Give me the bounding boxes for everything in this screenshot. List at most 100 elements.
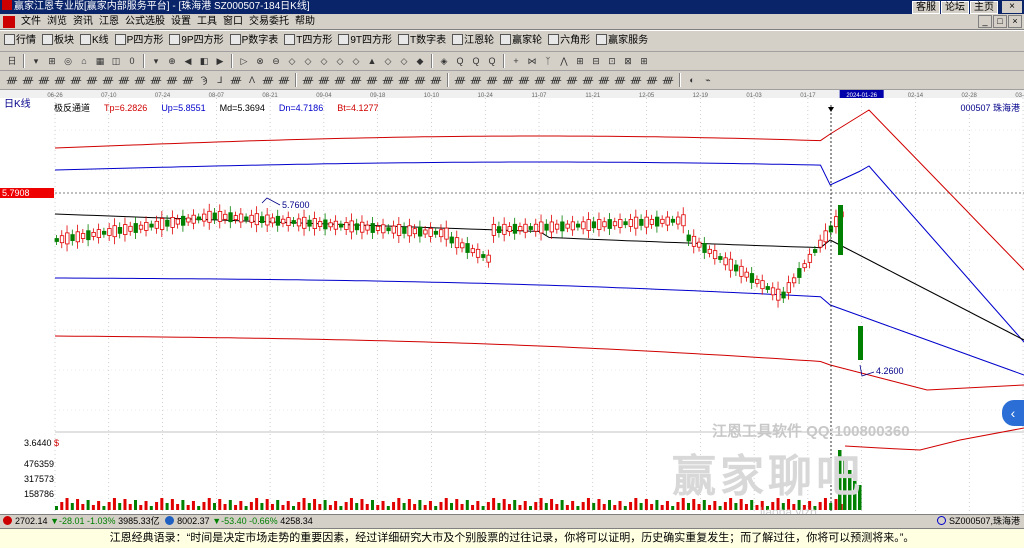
window-close-button[interactable]: × (1002, 1, 1022, 13)
toolbar3-tool-icon[interactable]: ᚎ (365, 73, 379, 87)
toolbar2-tool-icon[interactable]: ⊗ (253, 54, 267, 68)
toolbar-btn-12[interactable]: 赢家服务 (596, 31, 648, 51)
menu-gann[interactable]: 江恩 (96, 14, 122, 30)
toolbar3-tool-icon[interactable]: ᚎ (381, 73, 395, 87)
toolbar-btn-1[interactable]: 板块 (42, 31, 74, 51)
toolbar2-tool-icon[interactable]: ⊞ (573, 54, 587, 68)
customer-service-link[interactable]: 客服 (912, 1, 940, 14)
toolbar2-tool-icon[interactable]: ◇ (349, 54, 363, 68)
toolbar2-tool-icon[interactable]: ◇ (397, 54, 411, 68)
toolbar2-tool-icon[interactable]: Q (453, 54, 467, 68)
toolbar2-tool-icon[interactable]: ◧ (197, 54, 211, 68)
toolbar3-tool-icon[interactable]: ⅃ (213, 73, 227, 87)
toolbar3-tool-icon[interactable]: ᚎ (533, 73, 547, 87)
toolbar2-tool-icon[interactable]: ◇ (333, 54, 347, 68)
toolbar3-tool-icon[interactable]: ᚎ (261, 73, 275, 87)
toolbar3-tool-icon[interactable]: ᚎ (629, 73, 643, 87)
toolbar3-tool-icon[interactable]: ᚎ (597, 73, 611, 87)
toolbar3-tool-icon[interactable]: ᚎ (349, 73, 363, 87)
toolbar3-tool-icon[interactable]: ⌁ (701, 73, 715, 87)
toolbar2-tool-icon[interactable]: ▾ (149, 54, 163, 68)
toolbar2-tool-icon[interactable]: ⊕ (165, 54, 179, 68)
close-child-button[interactable]: × (1008, 15, 1022, 28)
homepage-link[interactable]: 主页 (970, 1, 998, 14)
toolbar2-tool-icon[interactable]: ⋀ (557, 54, 571, 68)
toolbar2-tool-icon[interactable]: ◇ (317, 54, 331, 68)
toolbar2-tool-icon[interactable]: ⊟ (589, 54, 603, 68)
toolbar-btn-0[interactable]: 行情 (4, 31, 36, 51)
toolbar-btn-10[interactable]: 赢家轮 (500, 31, 542, 51)
menu-trade[interactable]: 交易委托 (246, 14, 292, 30)
toolbar2-tool-icon[interactable]: Q (469, 54, 483, 68)
toolbar2-tool-icon[interactable]: Q (485, 54, 499, 68)
toolbar3-tool-icon[interactable]: Ϡ (197, 73, 211, 87)
toolbar-btn-5[interactable]: P数字表 (229, 31, 278, 51)
toolbar3-tool-icon[interactable]: ᚎ (517, 73, 531, 87)
restore-button[interactable]: □ (993, 15, 1007, 28)
minimize-button[interactable]: _ (978, 15, 992, 28)
toolbar3-tool-icon[interactable]: ᚎ (453, 73, 467, 87)
menu-file[interactable]: 文件 (18, 14, 44, 30)
kline-chart[interactable]: 06-26 07-10 07-24 08-07 08-21 09-04 09-18 10-10… (0, 90, 1024, 512)
toolbar3-tool-icon[interactable]: ᚎ (581, 73, 595, 87)
toolbar3-tool-icon[interactable]: ᚎ (501, 73, 515, 87)
toolbar3-tool-icon[interactable]: ᚎ (469, 73, 483, 87)
toolbar-btn-9[interactable]: 江恩轮 (452, 31, 494, 51)
toolbar2-tool-icon[interactable]: ⊡ (605, 54, 619, 68)
toolbar3-tool-icon[interactable]: ᚎ (645, 73, 659, 87)
menu-window[interactable]: 窗口 (220, 14, 246, 30)
toolbar3-tool-icon[interactable]: ᚎ (429, 73, 443, 87)
toolbar2-tool-icon[interactable]: ▲ (365, 54, 379, 68)
toolbar3-tool-icon[interactable]: ᚎ (661, 73, 675, 87)
toolbar2-tool-icon[interactable]: ⊞ (45, 54, 59, 68)
toolbar2-tool-icon[interactable]: ◇ (301, 54, 315, 68)
toolbar3-tool-icon[interactable]: ᚎ (5, 73, 19, 87)
toolbar2-tool-icon[interactable]: ◇ (285, 54, 299, 68)
toolbar2-tool-icon[interactable]: + (509, 54, 523, 68)
menu-help[interactable]: 帮助 (292, 14, 318, 30)
toolbar2-tool-icon[interactable]: ◆ (413, 54, 427, 68)
toolbar3-tool-icon[interactable]: ᚎ (277, 73, 291, 87)
toolbar3-tool-icon[interactable]: ᚎ (413, 73, 427, 87)
toolbar2-tool-icon[interactable]: ◈ (437, 54, 451, 68)
toolbar2-tool-icon[interactable]: ◎ (61, 54, 75, 68)
toolbar2-tool-icon[interactable]: ⊠ (621, 54, 635, 68)
toolbar3-tool-icon[interactable]: ᚎ (117, 73, 131, 87)
toolbar2-tool-icon[interactable]: ◇ (381, 54, 395, 68)
toolbar3-tool-icon[interactable]: ᚎ (613, 73, 627, 87)
toolbar3-tool-icon[interactable]: Ʌ (245, 73, 259, 87)
toolbar3-tool-icon[interactable]: ᚎ (485, 73, 499, 87)
toolbar2-tool-icon[interactable]: ▾ (29, 54, 43, 68)
toolbar3-tool-icon[interactable]: ᚎ (565, 73, 579, 87)
toolbar-btn-8[interactable]: T数字表 (398, 31, 446, 51)
toolbar2-tool-icon[interactable]: ⌂ (77, 54, 91, 68)
toolbar3-tool-icon[interactable]: ᚎ (333, 73, 347, 87)
toolbar2-tool-icon[interactable]: ⋈ (525, 54, 539, 68)
toolbar3-tool-icon[interactable]: ᚎ (549, 73, 563, 87)
toolbar3-tool-icon[interactable]: ᚎ (181, 73, 195, 87)
toolbar3-tool-icon[interactable]: ᚎ (69, 73, 83, 87)
toolbar-btn-11[interactable]: 六角形 (548, 31, 590, 51)
toolbar3-tool-icon[interactable]: ᚎ (101, 73, 115, 87)
menu-settings[interactable]: 设置 (168, 14, 194, 30)
toolbar3-tool-icon[interactable]: ᚎ (397, 73, 411, 87)
toolbar2-tool-icon[interactable]: ◀ (181, 54, 195, 68)
toolbar-btn-6[interactable]: T四方形 (284, 31, 332, 51)
toolbar3-tool-icon[interactable]: ᚎ (317, 73, 331, 87)
toolbar-btn-4[interactable]: 9P四方形 (169, 31, 224, 51)
toolbar3-tool-icon[interactable]: ᚎ (37, 73, 51, 87)
menu-formula-screen[interactable]: 公式选股 (122, 14, 168, 30)
toolbar3-tool-icon[interactable]: ◐ (685, 73, 699, 87)
toolbar2-tool-icon[interactable]: 0 (125, 54, 139, 68)
toolbar3-tool-icon[interactable]: ᚎ (301, 73, 315, 87)
toolbar3-tool-icon[interactable]: ᚎ (149, 73, 163, 87)
toolbar3-tool-icon[interactable]: ᚎ (229, 73, 243, 87)
toolbar-btn-3[interactable]: P四方形 (114, 31, 163, 51)
toolbar2-tool-icon[interactable]: ▶ (213, 54, 227, 68)
forum-link[interactable]: 论坛 (941, 1, 969, 14)
toolbar2-tool-icon[interactable]: ▷ (237, 54, 251, 68)
toolbar2-tool-icon[interactable]: 日 (5, 54, 19, 68)
toolbar3-tool-icon[interactable]: ᚎ (85, 73, 99, 87)
menu-tools[interactable]: 工具 (194, 14, 220, 30)
toolbar2-tool-icon[interactable]: ◫ (109, 54, 123, 68)
